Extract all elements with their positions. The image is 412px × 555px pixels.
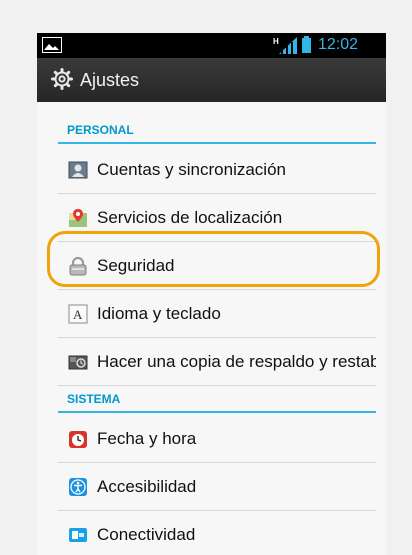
section-header-label: SISTEMA bbox=[67, 392, 121, 406]
settings-item-date-time[interactable]: Fecha y hora bbox=[58, 415, 376, 463]
battery-icon bbox=[302, 36, 311, 53]
page-title: Ajustes bbox=[80, 70, 140, 90]
status-bar: H 12:02 bbox=[37, 33, 386, 58]
backup-restore-icon bbox=[68, 352, 88, 372]
phone-screen: H 12:02 Ajustes PERSONAL Cuentas y sincr… bbox=[37, 33, 386, 555]
svg-text:A: A bbox=[73, 307, 83, 322]
settings-item-label: Cuentas y sincronización bbox=[97, 160, 286, 179]
section-header-label: PERSONAL bbox=[67, 123, 134, 137]
language-keyboard-icon: A bbox=[68, 304, 88, 324]
settings-item-label: Conectividad bbox=[97, 525, 196, 544]
clock-icon bbox=[68, 429, 88, 449]
settings-item-connectivity[interactable]: Conectividad bbox=[58, 511, 376, 555]
settings-item-label: Hacer una copia de respaldo y restablece… bbox=[97, 352, 376, 371]
location-icon bbox=[68, 208, 88, 228]
signal-strength-icon: H bbox=[273, 37, 299, 59]
section-header-sistema: SISTEMA bbox=[58, 389, 376, 413]
settings-item-label: Servicios de localización bbox=[97, 208, 283, 227]
settings-item-label: Accesibilidad bbox=[97, 477, 197, 496]
status-time: 12:02 bbox=[318, 36, 359, 53]
settings-item-language[interactable]: A Idioma y teclado bbox=[58, 290, 376, 338]
settings-item-label: Fecha y hora bbox=[97, 429, 197, 448]
accessibility-icon bbox=[68, 477, 88, 497]
gear-icon bbox=[51, 68, 73, 95]
settings-item-accounts[interactable]: Cuentas y sincronización bbox=[58, 146, 376, 194]
action-bar: Ajustes bbox=[37, 58, 386, 102]
network-type-label: H bbox=[273, 37, 279, 46]
section-header-personal: PERSONAL bbox=[58, 120, 376, 144]
connectivity-icon bbox=[68, 525, 88, 545]
settings-item-label: Idioma y teclado bbox=[97, 304, 221, 323]
settings-item-accessibility[interactable]: Accesibilidad bbox=[58, 463, 376, 511]
image-notification-icon bbox=[42, 37, 62, 53]
accounts-sync-icon bbox=[68, 160, 88, 180]
settings-item-backup[interactable]: Hacer una copia de respaldo y restablece… bbox=[58, 338, 376, 386]
highlight-outline bbox=[47, 231, 380, 287]
